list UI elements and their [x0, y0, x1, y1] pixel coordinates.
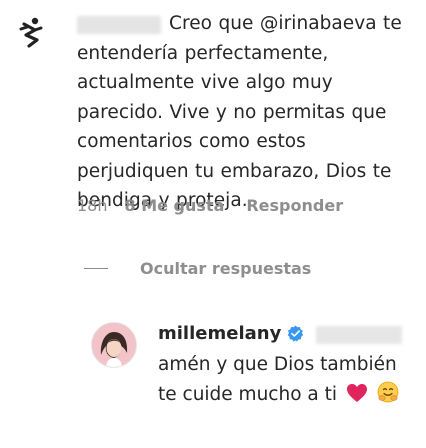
comment-meta: 18h 8 Me gusta Responder: [77, 196, 343, 215]
hide-replies-label: Ocultar respuestas: [140, 259, 312, 278]
red-heart-icon: [346, 384, 367, 402]
comment-time: 18h: [77, 196, 108, 215]
reply-avatar[interactable]: [91, 322, 137, 368]
divider-line: [84, 268, 108, 269]
reply-username[interactable]: millemelany: [158, 323, 304, 344]
reply-text: amén y que Dios también te cuide mucho a…: [158, 350, 418, 410]
reply-button[interactable]: Responder: [246, 196, 343, 215]
commenter-avatar[interactable]: [10, 12, 50, 52]
verified-badge-icon: [288, 325, 304, 342]
reply-redacted-text: [316, 326, 402, 344]
stick-figure-icon: [19, 17, 43, 48]
reply-username-label: millemelany: [158, 323, 282, 344]
hugging-face-icon: [377, 381, 399, 403]
comment-likes[interactable]: 8 Me gusta: [125, 196, 225, 215]
comment-text: Creo que @irinabaeva te entendería perfe…: [77, 13, 402, 211]
avatar-illustration-icon: [92, 323, 136, 367]
hide-replies-button[interactable]: Ocultar respuestas: [84, 259, 311, 278]
